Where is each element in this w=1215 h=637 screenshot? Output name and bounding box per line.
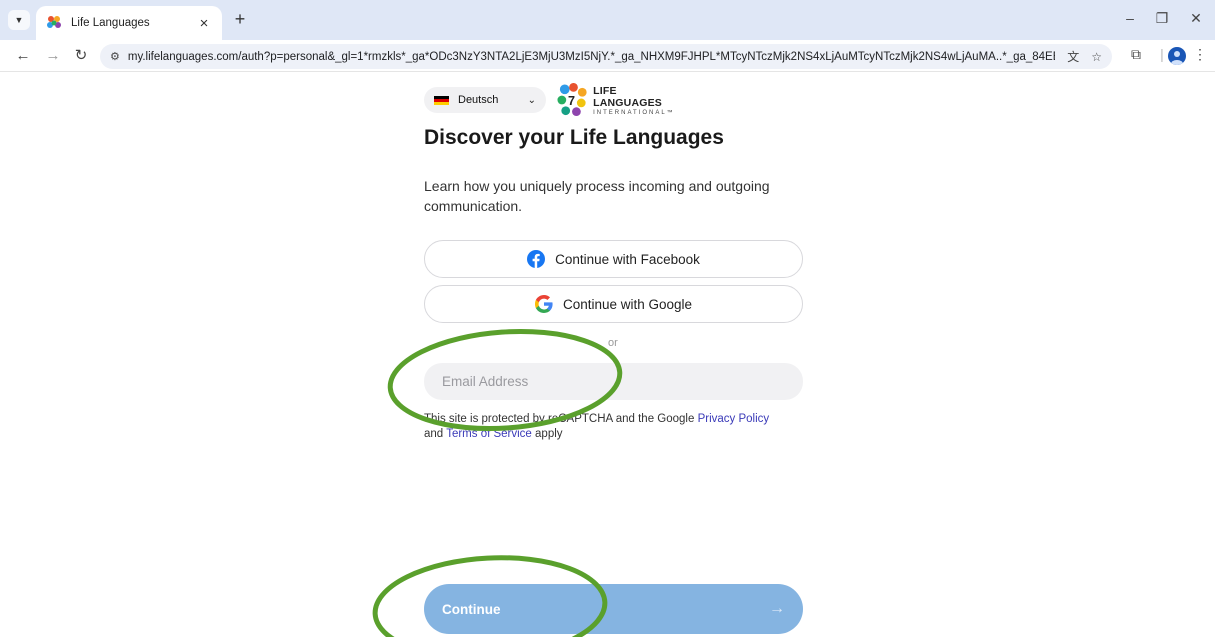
restore-icon[interactable]: ❐ [1152,10,1172,27]
translate-icon[interactable]: 文 [1067,48,1079,65]
window-close-icon[interactable]: ✕ [1186,10,1206,27]
arrow-right-icon: → [769,600,785,617]
facebook-button-label: Continue with Facebook [555,251,700,267]
puzzle-icon[interactable]: ⧉ [1126,46,1146,63]
arrow-right-icon[interactable]: → [44,46,62,66]
life-languages-logo: 7 LIFE LANGUAGES INTERNATIONAL™ [556,82,686,118]
new-tab-plus-icon[interactable]: + [230,10,250,30]
page-title: Discover your Life Languages [424,126,724,149]
language-label: Deutsch [458,94,499,106]
logo-subtitle: INTERNATIONAL™ [593,109,675,116]
facebook-icon [527,250,546,268]
life-languages-favicon-icon [47,16,61,28]
logo-title: LIFE LANGUAGES [593,84,662,109]
arrow-left-icon[interactable]: ← [14,46,32,66]
reload-icon[interactable]: ↻ [72,46,90,66]
recaptcha-notice: This site is protected by reCAPTCHA and … [424,412,804,442]
german-flag-icon [434,95,449,105]
tab-title: Life Languages [71,17,150,29]
continue-button-label: Continue [442,601,501,617]
google-icon [534,295,553,313]
profile-avatar-icon[interactable] [1168,47,1186,65]
continue-button[interactable]: Continue → [424,584,803,634]
recaptcha-suffix: apply [531,428,563,440]
email-field[interactable] [424,363,803,400]
minimize-icon[interactable]: – [1120,10,1140,26]
language-selector[interactable]: Deutsch ⌄ [424,87,546,113]
tune-icon[interactable]: ⚙ [110,50,120,63]
recaptcha-middle: and [424,428,447,440]
continue-with-facebook-button[interactable]: Continue with Facebook [424,240,803,278]
recaptcha-prefix: This site is protected by reCAPTCHA and … [424,413,698,425]
or-divider: or [608,337,618,349]
tab-close-icon[interactable]: × [196,15,212,32]
logo-mark-icon: 7 [557,83,587,117]
chevron-down-icon: ⌄ [527,94,536,106]
logo-digit: 7 [568,94,575,108]
browser-tab-bar: ▼ Life Languages × + – ❐ ✕ [0,0,1215,40]
kebab-menu-icon[interactable]: ⋮ [1190,46,1210,63]
google-button-label: Continue with Google [562,296,693,312]
continue-with-google-button[interactable]: Continue with Google [424,285,803,323]
auth-page: Deutsch ⌄ 7 LIFE LANGUAGES INTERNATIONAL… [0,72,1215,637]
address-bar[interactable]: ⚙ my.lifelanguages.com/auth?p=personal&_… [100,44,1112,69]
browser-toolbar: ← → ↻ ⚙ my.lifelanguages.com/auth?p=pers… [0,40,1215,72]
page-subtitle: Learn how you uniquely process incoming … [424,178,770,214]
terms-of-service-link[interactable]: Terms of Service [446,428,532,440]
browser-tab[interactable]: Life Languages × [36,6,222,40]
privacy-policy-link[interactable]: Privacy Policy [698,413,770,425]
url-text[interactable]: my.lifelanguages.com/auth?p=personal&_gl… [128,51,1055,63]
star-icon[interactable]: ☆ [1091,50,1102,64]
tab-list-chevron-down-icon[interactable]: ▼ [8,10,30,30]
